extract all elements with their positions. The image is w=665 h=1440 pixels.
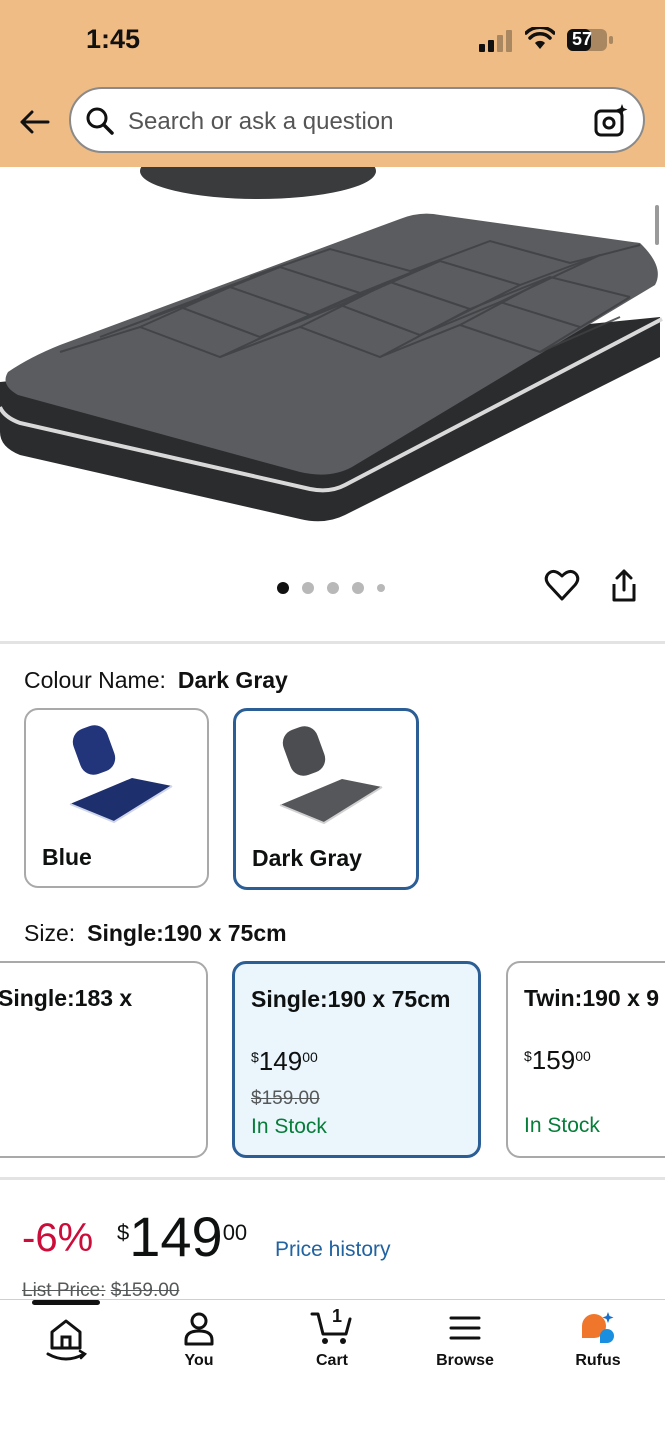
battery-level: 57	[572, 29, 593, 49]
size-option-price: $14900	[251, 1046, 318, 1076]
size-label: Size:	[24, 920, 76, 946]
size-option-title: Single:183 x	[0, 985, 133, 1011]
nav-home[interactable]	[16, 1310, 116, 1362]
colour-selected: Dark Gray	[177, 667, 288, 693]
product-image[interactable]	[0, 167, 665, 537]
nav-label: Rufus	[575, 1352, 621, 1369]
section-divider	[0, 641, 665, 644]
size-option-list-price: $159.00	[251, 1088, 320, 1109]
nav-label: Browse	[436, 1352, 494, 1369]
nav-cart[interactable]: 1 Cart	[282, 1306, 382, 1370]
pager-dot[interactable]	[352, 582, 364, 594]
nav-label: You	[184, 1352, 214, 1369]
scrollbar[interactable]	[655, 205, 659, 245]
discount-percent: -6%	[22, 1216, 94, 1260]
search-icon	[86, 107, 114, 135]
battery-icon: 57	[566, 28, 614, 52]
colour-option-blue[interactable]: Blue	[24, 708, 209, 888]
blue-mattress-thumbnail	[69, 725, 173, 824]
status-time: 1:45	[86, 24, 141, 54]
wifi-icon	[525, 27, 555, 49]
size-option-title: Twin:190 x 9	[524, 985, 660, 1011]
colour-option-name: Dark Gray	[252, 845, 362, 871]
rufus-icon	[582, 1312, 614, 1343]
cart-badge: 1	[332, 1306, 343, 1326]
pager-dot[interactable]	[377, 584, 385, 592]
size-option-single-190[interactable]: Single:190 x 75cm $14900 $159.00 In Stoc…	[232, 961, 481, 1158]
colour-label: Colour Name:	[24, 667, 166, 693]
bottom-nav: You 1 Cart Browse Rufus	[0, 1299, 665, 1440]
search-bar[interactable]: Search or ask a question	[69, 87, 645, 153]
section-divider	[0, 1177, 665, 1180]
size-option-price: $15900	[524, 1045, 591, 1075]
image-pager[interactable]	[277, 582, 385, 594]
size-option-single-183[interactable]: Single:183 x	[0, 961, 208, 1158]
size-option-title: Single:190 x 75cm	[251, 986, 451, 1012]
size-option-twin-190[interactable]: Twin:190 x 9 $15900 In Stock	[506, 961, 665, 1158]
nav-you[interactable]: You	[149, 1310, 249, 1370]
pager-dot[interactable]	[302, 582, 314, 594]
cellular-signal-icon	[479, 30, 512, 52]
colour-label-row: Colour Name: Dark Gray	[24, 667, 288, 694]
home-icon	[46, 1319, 88, 1361]
pager-dot[interactable]	[327, 582, 339, 594]
back-arrow-icon[interactable]	[16, 104, 52, 140]
share-icon[interactable]	[606, 568, 642, 604]
colour-option-name: Blue	[42, 844, 92, 870]
size-selected: Single:190 x 75cm	[87, 920, 287, 946]
nav-label: Cart	[315, 1352, 348, 1369]
active-tab-indicator	[32, 1300, 100, 1305]
person-icon	[184, 1312, 214, 1346]
size-label-row: Size: Single:190 x 75cm	[24, 920, 287, 947]
nav-browse[interactable]: Browse	[415, 1310, 515, 1370]
colour-option-dark-gray[interactable]: Dark Gray	[233, 708, 419, 890]
price-history-link[interactable]: Price history	[275, 1238, 391, 1262]
menu-icon	[449, 1316, 481, 1340]
pager-dot[interactable]	[277, 582, 289, 594]
heart-icon[interactable]	[544, 567, 580, 603]
camera-search-icon[interactable]	[593, 103, 629, 139]
header-bar: 1:45 57 Search or ask a question	[0, 0, 665, 167]
gray-mattress-thumbnail	[279, 726, 383, 825]
search-placeholder[interactable]: Search or ask a question	[128, 108, 394, 136]
main-price: $14900	[117, 1205, 248, 1268]
size-option-stock: In Stock	[251, 1115, 327, 1138]
size-option-stock: In Stock	[524, 1114, 600, 1137]
nav-rufus[interactable]: Rufus	[548, 1310, 648, 1370]
